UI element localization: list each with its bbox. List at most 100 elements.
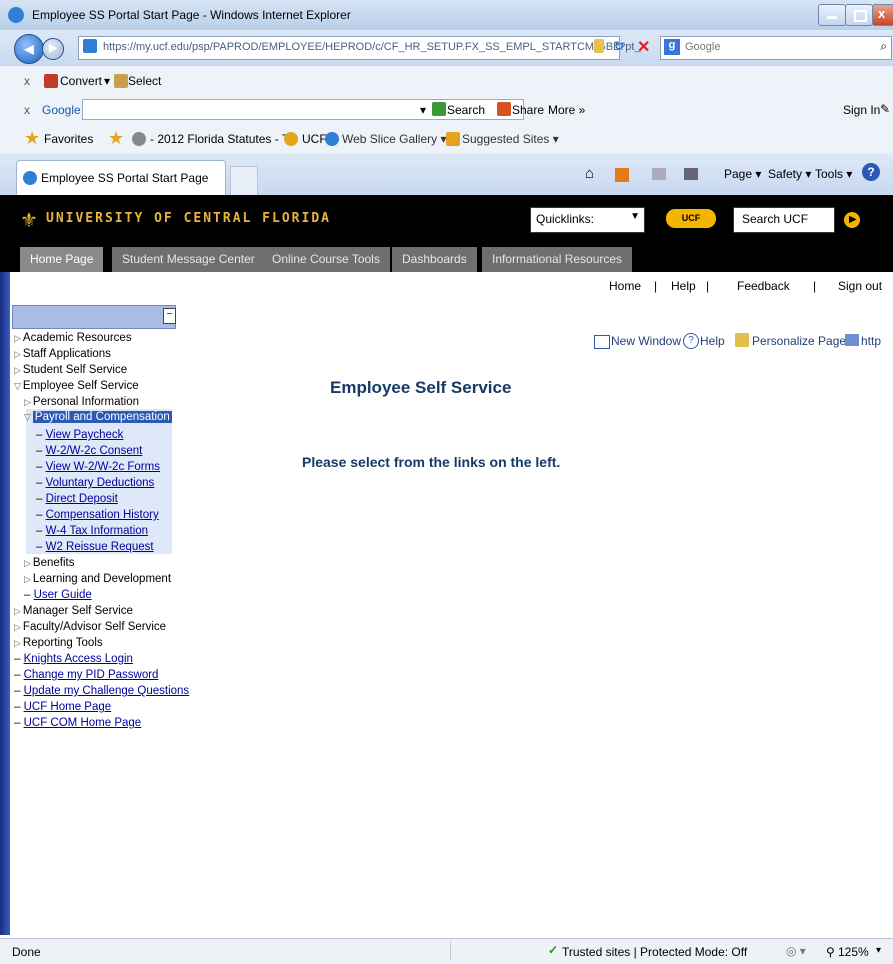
sidebar-item-user-guide[interactable]: – User Guide: [24, 588, 92, 602]
home-icon[interactable]: ⌂: [585, 165, 594, 182]
search-ucf-input[interactable]: Search UCF: [733, 207, 835, 233]
sidebar-item-w2-consent[interactable]: – W-2/W-2c Consent: [36, 444, 142, 458]
feedback-link[interactable]: Feedback: [737, 279, 790, 293]
select-button[interactable]: Select: [128, 74, 161, 88]
tab-home-page[interactable]: Home Page: [20, 247, 104, 272]
sidebar-item-learning[interactable]: ▷ Learning and Development: [24, 572, 171, 586]
sidebar-item-ucf-home[interactable]: – UCF Home Page: [14, 700, 111, 714]
toolbar-close[interactable]: x: [24, 103, 30, 117]
web-search-input[interactable]: g Google ⌕: [660, 36, 892, 60]
fav-item-webslice[interactable]: Web Slice Gallery ▾: [342, 132, 447, 146]
security-zone[interactable]: Trusted sites | Protected Mode: Off: [562, 945, 747, 959]
sidebar-item-direct-deposit[interactable]: – Direct Deposit: [36, 492, 118, 506]
personalize-icon: [735, 333, 749, 347]
minimize-button[interactable]: [818, 4, 846, 26]
tab-informational-resources[interactable]: Informational Resources: [482, 247, 633, 272]
sign-in-link[interactable]: Sign In: [843, 103, 880, 117]
back-button[interactable]: ◀: [14, 34, 44, 64]
convert-button[interactable]: Convert: [60, 74, 102, 88]
wrench-icon[interactable]: ✎: [880, 102, 890, 116]
ucf-logo-button[interactable]: UCF: [666, 209, 716, 228]
google-search-button[interactable]: Search: [447, 103, 485, 117]
sign-out-link[interactable]: Sign out: [838, 279, 882, 293]
google-toolbar: x Google ▾ Search Share More » Sign In ✎: [0, 96, 893, 125]
sidebar-link-label: Compensation History: [45, 509, 159, 521]
zoom-level[interactable]: 125%: [838, 945, 869, 959]
sidebar-item-staff[interactable]: ▷ Staff Applications: [14, 347, 111, 361]
search-go-icon[interactable]: ▶: [844, 212, 860, 228]
feeds-icon[interactable]: [615, 168, 629, 182]
personalize-page-link[interactable]: Personalize Page: [752, 334, 846, 348]
sidebar-item-change-pid[interactable]: – Change my PID Password: [14, 668, 158, 682]
sidebar-item-challenge[interactable]: – Update my Challenge Questions: [14, 684, 189, 698]
sidebar-link-label: View Paycheck: [45, 429, 124, 441]
sidebar-item-reporting[interactable]: ▷ Reporting Tools: [14, 636, 103, 650]
tab-student-message-center[interactable]: Student Message Center: [112, 247, 265, 272]
page-help-link[interactable]: Help: [700, 334, 725, 348]
safety-menu[interactable]: Safety ▾: [768, 167, 811, 181]
sidebar-item-faculty[interactable]: ▷ Faculty/Advisor Self Service: [14, 620, 166, 634]
fav-item-suggested[interactable]: Suggested Sites ▾: [462, 132, 559, 146]
new-window-link[interactable]: New Window: [611, 334, 681, 348]
print-icon[interactable]: [684, 168, 698, 180]
lock-icon[interactable]: [594, 39, 604, 53]
page-menu[interactable]: Page ▾: [724, 167, 761, 181]
fav-item-statutes[interactable]: - 2012 Florida Statutes - T...: [150, 132, 298, 146]
sidebar-item-w4-tax[interactable]: – W-4 Tax Information: [36, 524, 148, 538]
new-tab-button[interactable]: [230, 166, 258, 195]
share-button[interactable]: Share: [512, 103, 544, 117]
sidebar-link-label: User Guide: [33, 589, 92, 601]
tab-online-course-tools[interactable]: Online Course Tools: [262, 247, 390, 272]
more-button[interactable]: More »: [548, 103, 585, 117]
tools-menu[interactable]: Tools ▾: [815, 167, 852, 181]
sidebar-item-academic[interactable]: ▷ Academic Resources: [14, 331, 132, 345]
search-icon[interactable]: ⌕: [880, 39, 887, 54]
new-window-icon: [594, 335, 610, 349]
refresh-icon[interactable]: ↻: [614, 39, 624, 53]
sidebar-item-personal[interactable]: ▷ Personal Information: [24, 395, 139, 409]
maximize-button[interactable]: [845, 4, 873, 26]
address-input[interactable]: https://my.ucf.edu/psp/PAPROD/EMPLOYEE/H…: [78, 36, 641, 60]
collapse-icon: ▽: [14, 381, 21, 391]
toolbar-close[interactable]: x: [24, 74, 30, 88]
browser-tab[interactable]: Employee SS Portal Start Page: [16, 160, 226, 196]
stop-icon[interactable]: ✕: [637, 37, 650, 57]
sidebar-item-employee[interactable]: ▽ Employee Self Service: [14, 379, 139, 393]
status-bar: Done ✓ Trusted sites | Protected Mode: O…: [0, 938, 893, 964]
fav-item-ucf[interactable]: UCF: [302, 132, 327, 146]
home-link[interactable]: Home: [609, 279, 641, 293]
read-mail-icon[interactable]: [652, 168, 666, 180]
dropdown-icon[interactable]: ▾: [420, 103, 426, 117]
tab-dashboards[interactable]: Dashboards: [392, 247, 477, 272]
forward-button[interactable]: ▶: [42, 38, 64, 60]
sidebar-item-ucf-com[interactable]: – UCF COM Home Page: [14, 716, 141, 730]
sidebar-item-payroll[interactable]: ▽ Payroll and Compensation: [24, 410, 172, 424]
dropdown-icon[interactable]: ▾: [104, 74, 110, 88]
close-button[interactable]: x: [872, 4, 893, 26]
sidebar-item-knights-access[interactable]: – Knights Access Login: [14, 652, 133, 666]
globe-icon[interactable]: ◎ ▾: [786, 944, 806, 958]
share-icon: [497, 102, 511, 116]
sidebar-item-compensation-history[interactable]: – Compensation History: [36, 508, 159, 522]
sidebar-item-student[interactable]: ▷ Student Self Service: [14, 363, 127, 377]
sidebar-item-label: Learning and Development: [32, 573, 172, 585]
sidebar-item-voluntary-deductions[interactable]: – Voluntary Deductions: [36, 476, 154, 490]
sidebar-item-view-w2-forms[interactable]: – View W-2/W-2c Forms: [36, 460, 160, 474]
sidebar-item-w2-reissue[interactable]: – W2 Reissue Request: [36, 540, 154, 554]
help-icon[interactable]: ?: [862, 163, 880, 181]
sidebar-item-benefits[interactable]: ▷ Benefits: [24, 556, 74, 570]
zoom-dropdown-icon[interactable]: ▾: [876, 945, 881, 956]
add-favorite-icon[interactable]: ★: [108, 128, 124, 149]
url-text: https://my.ucf.edu/psp/PAPROD/EMPLOYEE/H…: [103, 41, 641, 53]
quicklinks-select[interactable]: Quicklinks: ▼: [530, 207, 645, 233]
collapse-menu-button[interactable]: −: [163, 308, 176, 324]
favorites-button[interactable]: Favorites: [44, 132, 93, 146]
separator: |: [654, 279, 658, 293]
instruction-text: Please select from the links on the left…: [302, 454, 561, 470]
page-title: Employee Self Service: [330, 378, 512, 397]
window-title: Employee SS Portal Start Page - Windows …: [32, 8, 351, 22]
sidebar-item-manager[interactable]: ▷ Manager Self Service: [14, 604, 133, 618]
sidebar-item-view-paycheck[interactable]: – View Paycheck: [36, 428, 123, 442]
http-link[interactable]: http: [861, 334, 881, 348]
help-link[interactable]: Help: [671, 279, 696, 293]
